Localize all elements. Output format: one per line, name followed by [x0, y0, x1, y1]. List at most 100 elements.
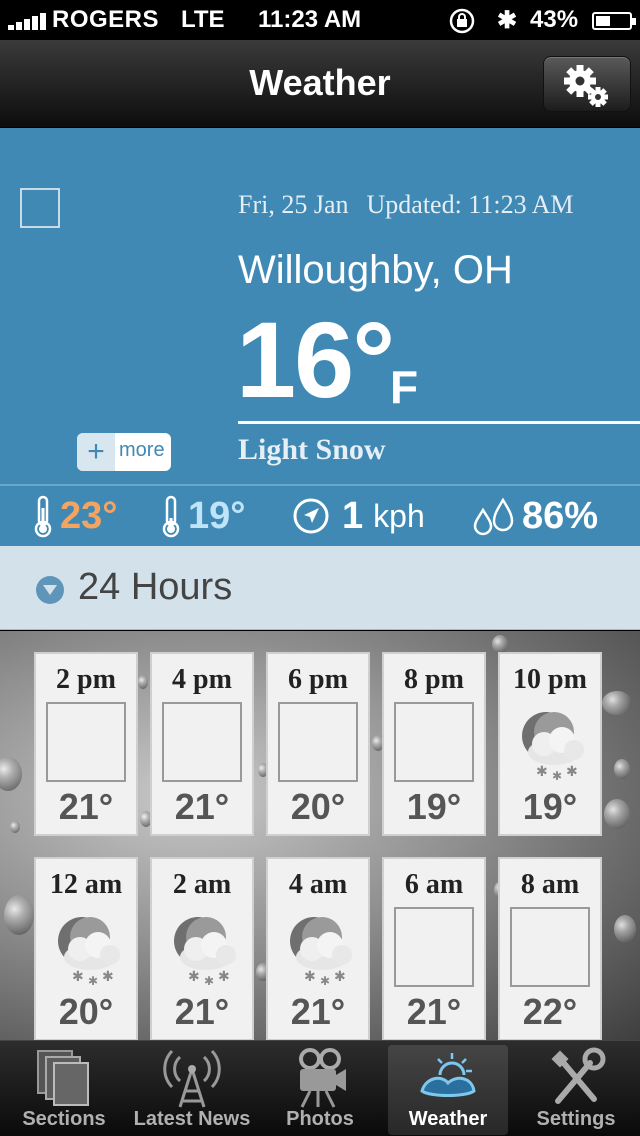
night-snow-icon: ✱ ✱ ✱	[522, 712, 584, 783]
hour-label: 4 pm	[172, 664, 232, 695]
high-temp-stat: 23°	[32, 494, 117, 538]
hourly-card[interactable]: 2 pm 21°	[34, 652, 138, 836]
stats-strip: 23° 19° 1 kph 86%	[0, 484, 640, 546]
hour-label: 6 am	[404, 869, 464, 900]
svg-text:✱: ✱	[304, 968, 316, 984]
svg-text:✱: ✱	[536, 763, 548, 779]
hours-section-toggle[interactable]: 24 Hours	[0, 546, 640, 630]
wind-direction-icon	[293, 498, 329, 534]
temperature-unit: F	[390, 361, 419, 413]
tab-label: Latest News	[133, 1108, 251, 1130]
more-button[interactable]: + more	[77, 433, 171, 471]
updated-time: Updated: 11:23 AM	[366, 190, 574, 219]
settings-button[interactable]	[543, 56, 631, 112]
condition-text: Light Snow	[238, 433, 386, 466]
current-weather-icon-placeholder	[20, 188, 60, 228]
date-line: Fri, 25 Jan Updated: 11:23 AM	[238, 190, 574, 220]
location-name: Willoughby, OH	[238, 248, 513, 292]
hourly-card[interactable]: 2 am ✱ ✱ ✱ 21°	[150, 857, 254, 1041]
hour-temp: 21°	[290, 991, 346, 1032]
plus-icon: +	[77, 433, 115, 471]
tab-sections[interactable]: Sections	[4, 1045, 124, 1135]
tab-label: Sections	[22, 1108, 106, 1130]
tab-latest-news[interactable]: Latest News	[132, 1045, 252, 1135]
bluetooth-icon: ✱	[497, 7, 518, 34]
hourly-forecast[interactable]: 2 pm 21° 4 pm 21° 6 pm 20° 8 pm 19° 10 pm ✱ ✱ ✱ 19° 1…	[0, 631, 640, 1041]
weather-icon-placeholder	[510, 907, 590, 987]
network-type: LTE	[181, 6, 225, 33]
hour-temp: 21°	[406, 991, 462, 1032]
tools-icon	[551, 1047, 606, 1104]
hour-label: 6 pm	[288, 664, 348, 695]
thermometer-icon	[162, 495, 180, 538]
svg-text:✱: ✱	[218, 968, 230, 984]
current-temperature: 16°	[236, 299, 395, 420]
hour-temp: 22°	[522, 991, 578, 1032]
high-temp: 23°	[60, 494, 118, 537]
svg-text:✱: ✱	[88, 974, 98, 988]
current-conditions-panel: Fri, 25 Jan Updated: 11:23 AM Willoughby,…	[0, 128, 640, 484]
svg-text:✱: ✱	[566, 763, 578, 779]
svg-text:✱: ✱	[320, 974, 330, 988]
svg-text:✱: ✱	[552, 769, 562, 783]
weather-icon-placeholder	[394, 907, 474, 987]
nav-bar: Weather	[0, 40, 640, 128]
antenna-icon	[163, 1049, 221, 1108]
hour-label: 2 am	[172, 869, 232, 900]
tab-settings[interactable]: Settings	[516, 1045, 636, 1135]
hourly-card[interactable]: 12 am ✱ ✱ ✱ 20°	[34, 857, 138, 1041]
wind-unit: kph	[373, 497, 425, 534]
weather-icon	[420, 1053, 476, 1097]
svg-text:✱: ✱	[72, 968, 84, 984]
tab-photos[interactable]: Photos	[260, 1045, 380, 1135]
hours-section-title: 24 Hours	[78, 566, 233, 608]
hour-label: 8 pm	[404, 664, 464, 695]
low-temp: 19°	[188, 494, 246, 537]
hourly-card[interactable]: 8 pm 19°	[382, 652, 486, 836]
hourly-card[interactable]: 10 pm ✱ ✱ ✱ 19°	[498, 652, 602, 836]
tab-label: Photos	[286, 1108, 354, 1130]
weather-icon-placeholder	[278, 702, 358, 782]
hour-temp: 21°	[58, 786, 114, 827]
humidity-stat: 86%	[472, 494, 598, 538]
divider	[238, 421, 640, 424]
svg-text:✱: ✱	[334, 968, 346, 984]
weather-icon-placeholder	[394, 702, 474, 782]
gears-icon	[564, 65, 608, 107]
hourly-card[interactable]: 6 pm 20°	[266, 652, 370, 836]
hour-label: 8 am	[520, 869, 580, 900]
hour-temp: 21°	[174, 991, 230, 1032]
rotation-lock-icon	[449, 8, 475, 34]
svg-text:✱: ✱	[188, 968, 200, 984]
current-date: Fri, 25 Jan	[238, 190, 349, 219]
signal-strength-icon	[8, 12, 48, 30]
camera-icon	[299, 1048, 346, 1108]
hourly-card[interactable]: 4 pm 21°	[150, 652, 254, 836]
clock: 11:23 AM	[258, 6, 362, 33]
night-snow-icon: ✱ ✱ ✱	[174, 917, 236, 988]
hour-temp: 19°	[522, 786, 578, 827]
tab-label: Settings	[536, 1108, 616, 1130]
tab-weather[interactable]: Weather	[388, 1045, 508, 1135]
night-snow-icon: ✱ ✱ ✱	[58, 917, 120, 988]
hour-label: 4 am	[288, 869, 348, 900]
thermometer-icon	[34, 495, 52, 538]
weather-icon-placeholder	[46, 702, 126, 782]
battery-percent: 43%	[530, 6, 579, 33]
sections-icon	[37, 1050, 89, 1106]
hour-label: 10 pm	[513, 664, 587, 695]
humidity-drops-icon	[473, 497, 514, 536]
tab-bar: Sections Latest News Photos Weather Settings	[0, 1040, 640, 1136]
hourly-card[interactable]: 8 am 22°	[498, 857, 602, 1041]
svg-text:✱: ✱	[204, 974, 214, 988]
hourly-card[interactable]: 4 am ✱ ✱ ✱ 21°	[266, 857, 370, 1041]
night-snow-icon: ✱ ✱ ✱	[290, 917, 352, 988]
hour-label: 2 pm	[56, 664, 116, 695]
hourly-card[interactable]: 6 am 21°	[382, 857, 486, 1041]
battery-icon	[592, 12, 636, 30]
status-bar: ROGERS LTE 11:23 AM ✱ 43%	[0, 0, 640, 40]
tab-label: Weather	[408, 1108, 488, 1130]
collapse-triangle-icon	[36, 576, 64, 604]
hour-temp: 19°	[406, 786, 462, 827]
wind-value: 1	[342, 494, 364, 537]
